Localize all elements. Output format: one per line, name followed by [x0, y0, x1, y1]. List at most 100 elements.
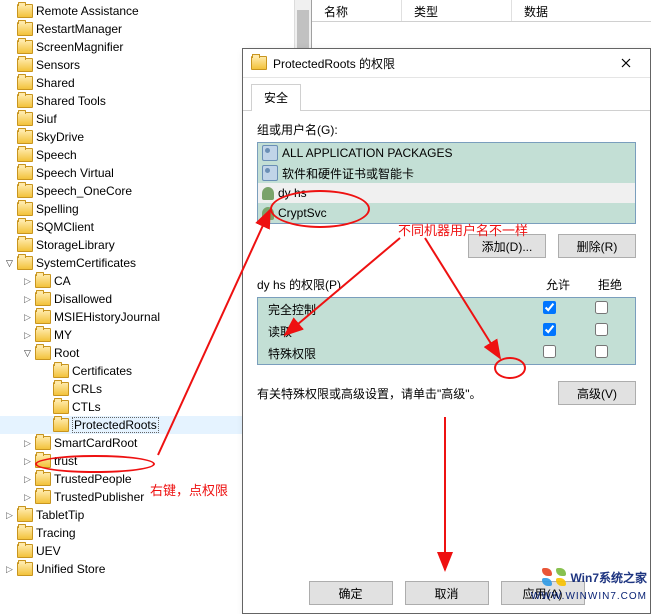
tree-item-label: CRLs: [72, 382, 102, 396]
folder-icon: [35, 274, 51, 288]
folder-icon: [17, 508, 33, 522]
tree-item-label: Certificates: [72, 364, 132, 378]
remove-button[interactable]: 删除(R): [558, 234, 636, 258]
folder-icon: [17, 166, 33, 180]
permission-name: 特殊权限: [268, 345, 523, 362]
tree-item-label: Unified Store: [36, 562, 105, 576]
tree-expander-icon[interactable]: [22, 312, 33, 323]
tree-expander-icon[interactable]: [22, 276, 33, 287]
tree-item-label: RestartManager: [36, 22, 122, 36]
folder-icon: [17, 112, 33, 126]
tree-item-label: Remote Assistance: [36, 4, 139, 18]
permissions-dialog: ProtectedRoots 的权限 安全 组或用户名(G): ALL APPL…: [242, 48, 651, 614]
tree-item-label: SmartCardRoot: [54, 436, 137, 450]
principal-item[interactable]: ALL APPLICATION PACKAGES: [258, 143, 635, 163]
ok-button[interactable]: 确定: [309, 581, 393, 605]
folder-icon: [35, 292, 51, 306]
folder-icon: [17, 562, 33, 576]
allow-checkbox[interactable]: [543, 323, 556, 336]
folder-icon: [17, 184, 33, 198]
users-group-icon: [262, 145, 278, 161]
folder-icon: [35, 472, 51, 486]
tree-item-label: SkyDrive: [36, 130, 84, 144]
column-name[interactable]: 名称: [312, 0, 402, 21]
close-icon: [621, 58, 631, 68]
folder-icon: [17, 94, 33, 108]
tree-item-label: ScreenMagnifier: [36, 40, 123, 54]
allow-checkbox[interactable]: [543, 301, 556, 314]
folder-icon: [17, 202, 33, 216]
tree-expander-icon[interactable]: [22, 330, 33, 341]
deny-checkbox[interactable]: [595, 301, 608, 314]
tree-expander-icon[interactable]: [4, 564, 15, 575]
tab-security[interactable]: 安全: [251, 84, 301, 111]
tree-item-label: Speech Virtual: [36, 166, 114, 180]
folder-icon: [17, 76, 33, 90]
watermark-url: WWW.WINWIN7.COM: [531, 591, 647, 602]
tree-expander-icon[interactable]: [22, 492, 33, 503]
tree-expander-icon[interactable]: [22, 438, 33, 449]
permissions-for-label: dy hs 的权限(P): [257, 276, 532, 293]
tree-item-label: Speech_OneCore: [36, 184, 132, 198]
tree-expander-icon[interactable]: [4, 510, 15, 521]
deny-checkbox[interactable]: [595, 323, 608, 336]
advanced-button[interactable]: 高级(V): [558, 381, 636, 405]
folder-icon: [17, 40, 33, 54]
group-users-label: 组或用户名(G):: [257, 121, 636, 138]
windows-logo-icon: [542, 568, 566, 586]
watermark: Win7系统之家: [542, 568, 647, 586]
users-group-icon: [262, 165, 278, 181]
dialog-body: 组或用户名(G): ALL APPLICATION PACKAGES 软件和硬件证…: [243, 111, 650, 413]
folder-icon: [35, 490, 51, 504]
folder-icon: [17, 544, 33, 558]
tree-item-label: TrustedPublisher: [54, 490, 144, 504]
tree-item-label: StorageLibrary: [36, 238, 115, 252]
principals-listbox[interactable]: ALL APPLICATION PACKAGES 软件和硬件证书或智能卡 dy hs…: [257, 142, 636, 224]
tree-expander-icon[interactable]: [22, 294, 33, 305]
permission-row: 特殊权限: [258, 342, 635, 364]
tree-item-label: SystemCertificates: [36, 256, 136, 270]
tree-expander-icon[interactable]: [22, 456, 33, 467]
folder-icon: [35, 310, 51, 324]
folder-icon: [53, 400, 69, 414]
column-deny: 拒绝: [584, 276, 636, 293]
principal-name: CryptSvc: [278, 206, 327, 220]
folder-icon: [17, 148, 33, 162]
folder-icon: [17, 220, 33, 234]
watermark-brand: Win7系统之家: [570, 569, 647, 586]
column-type[interactable]: 类型: [402, 0, 512, 21]
tree-item-restartmanager[interactable]: RestartManager: [0, 20, 311, 38]
folder-icon: [17, 58, 33, 72]
principal-name: ALL APPLICATION PACKAGES: [282, 146, 453, 160]
annotation-text-diff-user: 不同机器用户名不一样: [398, 220, 528, 239]
tree-expander-icon[interactable]: [22, 474, 33, 485]
permission-name: 完全控制: [268, 301, 523, 318]
folder-icon: [35, 346, 51, 360]
folder-icon: [17, 256, 33, 270]
close-button[interactable]: [606, 49, 646, 78]
tree-item-label: CTLs: [72, 400, 101, 414]
tree-item-label: MSIEHistoryJournal: [54, 310, 160, 324]
advanced-text: 有关特殊权限或高级设置，请单击"高级"。: [257, 385, 509, 402]
deny-checkbox[interactable]: [595, 345, 608, 358]
tree-item-label: TrustedPeople: [54, 472, 132, 486]
dialog-titlebar[interactable]: ProtectedRoots 的权限: [243, 49, 650, 78]
tree-item-label: Spelling: [36, 202, 79, 216]
principal-item[interactable]: 软件和硬件证书或智能卡: [258, 163, 635, 183]
allow-checkbox[interactable]: [543, 345, 556, 358]
tree-expander-icon[interactable]: [4, 258, 15, 269]
folder-icon: [17, 22, 33, 36]
column-data[interactable]: 数据: [512, 0, 651, 21]
folder-icon: [17, 4, 33, 18]
person-icon: [262, 187, 274, 200]
folder-icon: [53, 364, 69, 378]
tree-expander-icon[interactable]: [22, 348, 33, 359]
permission-name: 读取: [268, 323, 523, 340]
tree-item-remote-assistance[interactable]: Remote Assistance: [0, 2, 311, 20]
folder-icon: [17, 130, 33, 144]
cancel-button[interactable]: 取消: [405, 581, 489, 605]
tree-item-label: Siuf: [36, 112, 57, 126]
tree-item-label: CA: [54, 274, 71, 288]
principal-name: dy hs: [278, 186, 307, 200]
principal-item[interactable]: dy hs: [258, 183, 635, 203]
